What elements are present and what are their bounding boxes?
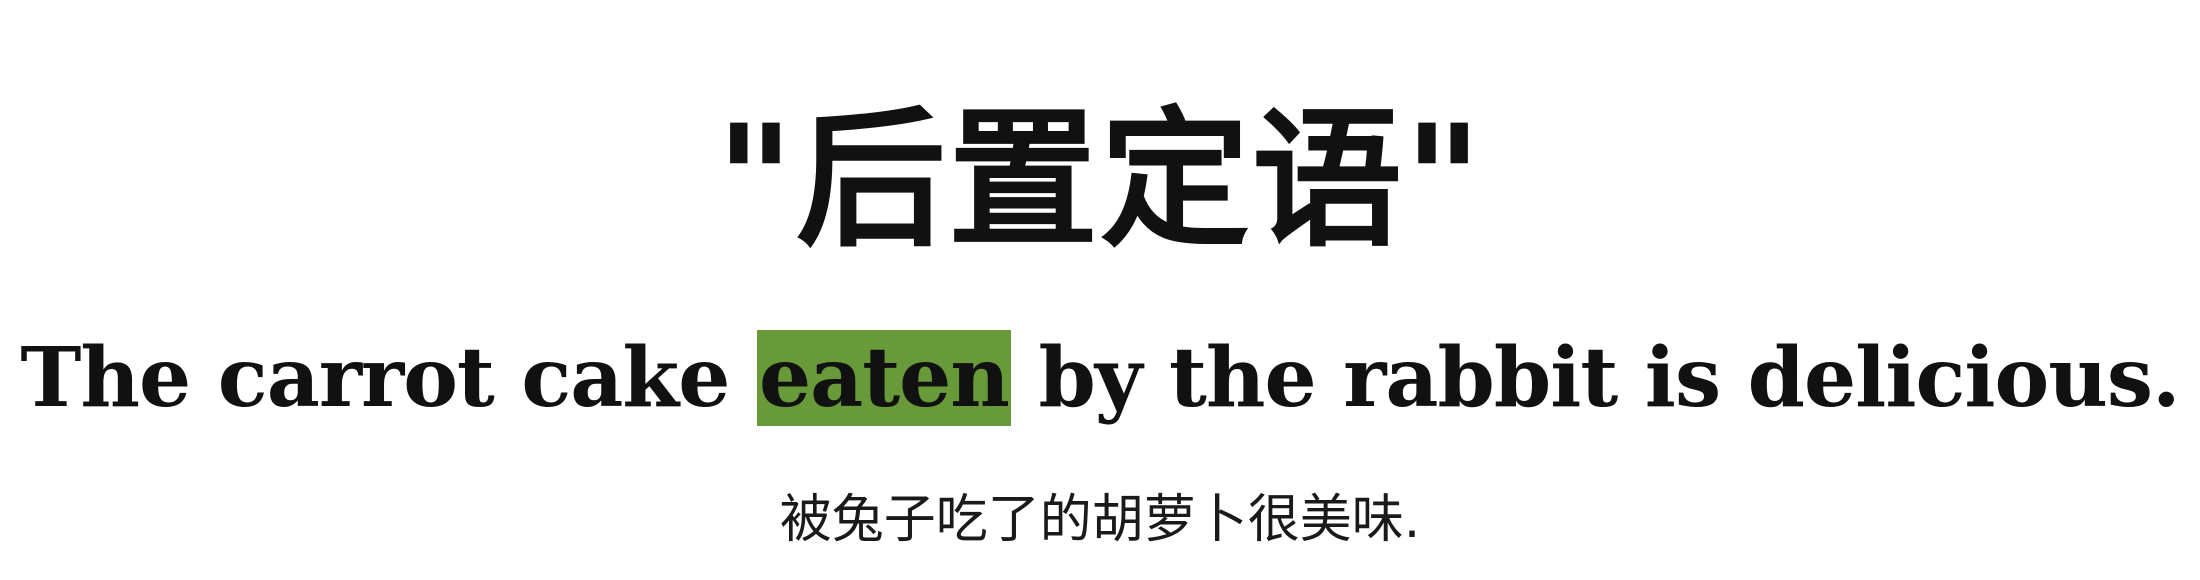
title-quote-close: " xyxy=(1404,92,1485,268)
title-quote-open: " xyxy=(715,92,796,268)
sentence-before: The carrot cake xyxy=(20,330,757,426)
slide: ​ "后置定语" The carrot cake eaten by the ra… xyxy=(0,0,2200,580)
translation-text: 被兔子吃了的胡萝卜很美味. xyxy=(779,490,1421,550)
sentence-after: by the rabbit is delicious. xyxy=(1010,330,2180,426)
example-sentence: The carrot cake eaten by the rabbit is d… xyxy=(0,318,2200,438)
highlighted-word: eaten xyxy=(756,330,1011,426)
page-title: "后置定语" xyxy=(0,90,2200,270)
title-text: 后置定语 xyxy=(795,92,1404,268)
